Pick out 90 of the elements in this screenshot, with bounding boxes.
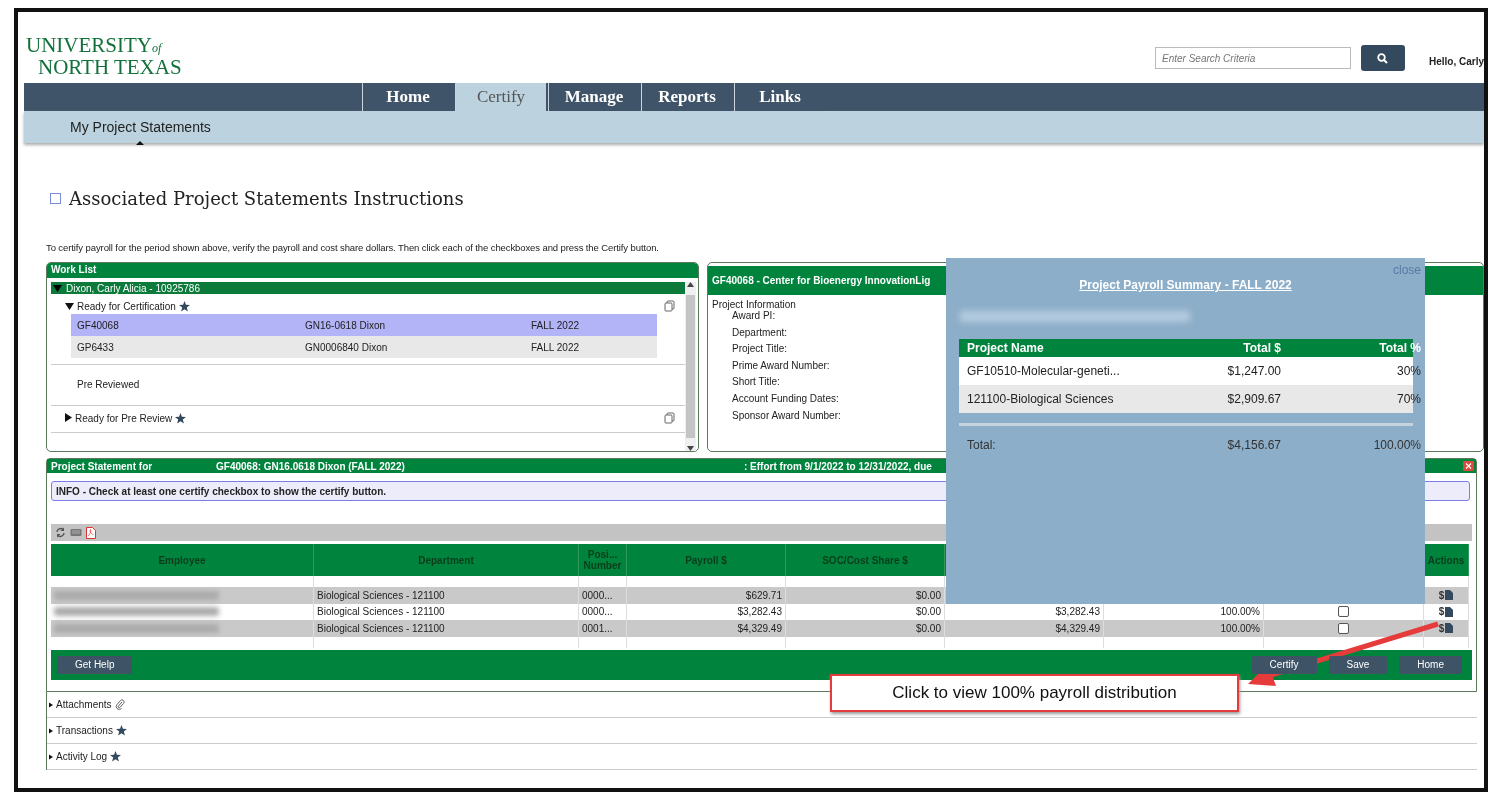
table-cell: Biological Sciences - 121100	[317, 606, 445, 618]
table-cell: $0.00	[915, 623, 941, 634]
copy-icon[interactable]	[664, 412, 675, 424]
total-cell: $4,156.67	[1227, 438, 1281, 452]
group-label[interactable]: Pre Reviewed	[77, 378, 140, 390]
caret-right-icon[interactable]	[49, 727, 53, 734]
payroll-distribution-link[interactable]: $	[1438, 606, 1445, 618]
effort-text: : Effort from 9/1/2022 to 12/31/2022, due	[744, 460, 932, 472]
university-logo[interactable]: UNIVERSITYof NORTH TEXAS	[26, 36, 182, 77]
search-button[interactable]	[1360, 45, 1405, 71]
document-icon[interactable]	[1445, 590, 1454, 601]
table-cell: $3,282.43	[1055, 606, 1100, 618]
table-cell: $0.00	[915, 589, 941, 601]
section-label[interactable]: Activity Log	[56, 751, 108, 762]
column-header: Total $	[1242, 341, 1282, 355]
action-button[interactable]: Home	[1399, 655, 1462, 674]
person-row[interactable]: Dixon, Carly Alicia - 10925786	[51, 282, 685, 294]
caret-right-icon[interactable]	[49, 701, 53, 708]
total-cell: Total:	[967, 438, 996, 452]
field-label: Prime Award Number:	[732, 359, 830, 373]
field-label: Department:	[732, 326, 788, 340]
instructions-text: To certify payroll for the period shown above, verify the payroll and cost share dollars. Then click each of the checkboxes and press the Certify button.	[46, 242, 660, 253]
table-cell: $0.00	[915, 606, 941, 618]
table-cell: $4,329.49	[737, 623, 782, 634]
table-cell: $629.71	[745, 589, 782, 601]
payroll-distribution-link[interactable]: $	[1438, 623, 1445, 634]
refresh-icon[interactable]	[55, 527, 66, 538]
payroll-distribution-link[interactable]: $	[1438, 589, 1445, 601]
column-header: Project Name	[967, 341, 1045, 355]
search-icon	[1377, 52, 1389, 64]
table-cell: 70%	[1396, 392, 1421, 406]
table-cell: 30%	[1396, 364, 1421, 378]
document-icon[interactable]	[1445, 623, 1454, 634]
table-cell: $3,282.43	[737, 606, 782, 618]
search-field[interactable]: Enter Search Criteria	[1154, 47, 1351, 69]
field-label: Short Title:	[732, 376, 780, 390]
action-button[interactable]: Save	[1328, 655, 1388, 674]
table-cell: $2,909.67	[1227, 392, 1281, 406]
table-cell: 100.00%	[1220, 623, 1260, 634]
group-label[interactable]: Ready for Certification	[77, 300, 176, 312]
field-label: Sponsor Award Number:	[732, 409, 841, 423]
pdf-icon[interactable]	[86, 526, 96, 539]
statement-label: Project Statement for	[51, 460, 154, 472]
field-label: Award PI:	[732, 310, 776, 323]
action-button[interactable]: Certify	[1251, 655, 1317, 674]
table-cell: 121100-Biological Sciences	[967, 392, 1114, 406]
certify-checkbox[interactable]	[1338, 623, 1349, 634]
statement-project: GF40068: GN16.0618 Dixon (FALL 2022)	[216, 460, 406, 472]
copy-icon[interactable]	[664, 300, 675, 312]
table-cell: 0000...	[582, 589, 613, 601]
table-cell: 0001...	[582, 623, 613, 634]
field-label: Project Title:	[732, 343, 788, 357]
star-icon	[178, 300, 190, 312]
get-help-button[interactable]: Get Help	[57, 655, 133, 674]
total-cell: 100.00%	[1373, 438, 1421, 452]
caret-down-icon[interactable]	[65, 302, 74, 310]
callout-text: Click to view 100% payroll distribution	[830, 674, 1239, 712]
greeting: Hello, Carly	[1428, 55, 1484, 67]
document-icon[interactable]	[1445, 606, 1454, 617]
table-cell: GF10510-Molecular-geneti...	[967, 364, 1120, 378]
page-title: Associated Project Statements Instructions	[69, 187, 464, 209]
caret-right-icon[interactable]	[65, 412, 72, 422]
table-cell: $4,329.49	[1055, 623, 1100, 634]
expand-icon[interactable]	[50, 192, 61, 204]
panel-title: Work List	[47, 263, 698, 278]
section-label[interactable]: Transactions	[56, 725, 113, 736]
work-item-row[interactable]: GF40068 GN16-0618 Dixon FALL 2022	[71, 314, 657, 336]
close-icon[interactable]	[1463, 461, 1474, 471]
group-label[interactable]: Ready for Pre Review	[75, 412, 173, 424]
section-label: Project Information	[711, 298, 797, 310]
keyboard-icon[interactable]	[70, 528, 82, 537]
scroll-down-icon[interactable]	[687, 446, 694, 451]
star-icon	[115, 725, 127, 736]
caret-right-icon[interactable]	[49, 753, 53, 760]
field-label: Account Funding Dates:	[732, 392, 839, 406]
subnav-tab[interactable]: My Project Statements	[70, 119, 211, 145]
scroll-up-icon[interactable]	[687, 282, 694, 287]
scrollbar[interactable]	[685, 282, 696, 451]
table-cell: Biological Sciences - 121100	[317, 589, 445, 601]
paperclip-icon	[114, 699, 125, 710]
nav-tab[interactable]: Certify	[455, 83, 546, 111]
section-label[interactable]: Attachments	[56, 699, 112, 710]
table-cell: 100.00%	[1220, 606, 1260, 618]
table-cell: 0000...	[582, 606, 613, 618]
certify-checkbox[interactable]	[1338, 606, 1349, 618]
star-icon	[110, 751, 122, 762]
work-item-row[interactable]: GP6433 GN0006840 Dixon FALL 2022	[71, 336, 657, 358]
table-cell: $1,247.00	[1227, 364, 1281, 378]
table-cell: Biological Sciences - 121100	[317, 623, 445, 634]
star-icon	[175, 412, 187, 424]
